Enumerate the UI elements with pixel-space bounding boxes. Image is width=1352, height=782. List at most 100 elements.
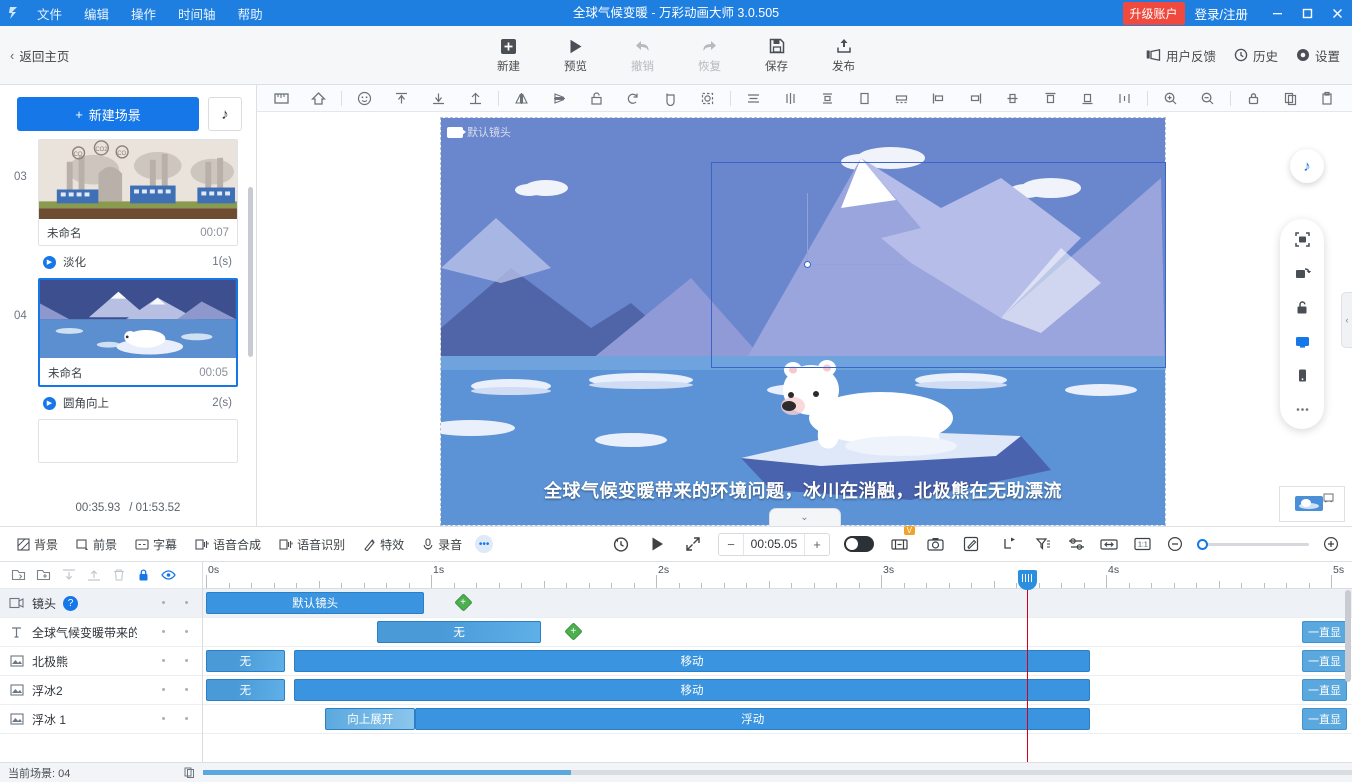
timeline-tracks[interactable]: 默认镜头无一直显无移动一直显无移动一直显向上展开浮动一直显 xyxy=(203,589,1352,734)
menu-item-timeline[interactable]: 时间轴 xyxy=(167,0,227,26)
canvas-stage[interactable]: 默认镜头 全球气候变暖带来的环境问题，冰川在消融，北极熊在无助漂流 ♪ ‹ ⌄ xyxy=(257,112,1352,526)
track-lock-toggle[interactable]: • xyxy=(152,713,175,725)
maximize-icon[interactable] xyxy=(1292,0,1322,26)
align-top2-icon[interactable] xyxy=(1031,85,1068,111)
time-stepper[interactable]: − 00:05.05 + xyxy=(718,532,830,556)
unlock-icon[interactable] xyxy=(1288,295,1316,319)
help-icon[interactable]: ? xyxy=(63,595,79,611)
align-distribute-icon[interactable] xyxy=(809,85,846,111)
zoom-out-icon[interactable] xyxy=(1164,533,1186,555)
track-lock-toggle[interactable]: • xyxy=(152,626,175,638)
lock-icon[interactable] xyxy=(1235,85,1272,111)
record-button[interactable]: 录音 xyxy=(413,530,471,558)
track-lock-toggle[interactable]: • xyxy=(152,597,175,609)
user-feedback-button[interactable]: 用户反馈 xyxy=(1146,46,1216,65)
play-icon[interactable] xyxy=(646,533,668,555)
history-button[interactable]: 历史 xyxy=(1234,46,1278,65)
minimize-icon[interactable] xyxy=(1262,0,1292,26)
settings-sliders-icon[interactable] xyxy=(1065,533,1087,555)
keyframe-marker[interactable] xyxy=(567,625,580,638)
scene-card[interactable]: CO CO2 CO 未命名 00:07 xyxy=(38,139,238,246)
track-lock-toggle[interactable]: • xyxy=(152,684,175,696)
redo-button[interactable]: 恢复 xyxy=(676,30,743,80)
transition-row[interactable]: ▶ 淡化 1(s) xyxy=(38,246,238,278)
align-left-icon[interactable] xyxy=(920,85,957,111)
move-up-icon[interactable] xyxy=(81,564,106,586)
eye-icon[interactable] xyxy=(156,564,181,586)
track-header-polarbear[interactable]: 北极熊 • • xyxy=(0,647,202,676)
timeline-zoom-slider[interactable] xyxy=(1197,538,1309,550)
flip-vertical-icon[interactable] xyxy=(540,85,577,111)
copy-icon[interactable] xyxy=(1272,85,1309,111)
timeline-scrollbar[interactable] xyxy=(1345,590,1351,682)
track-row[interactable]: 默认镜头 xyxy=(203,589,1352,618)
menu-item-edit[interactable]: 编辑 xyxy=(73,0,120,26)
playhead-handle[interactable] xyxy=(1018,570,1038,590)
track-header-text[interactable]: 全球气候变暖带来的 • • xyxy=(0,618,202,647)
zoom-in-icon[interactable] xyxy=(1152,85,1189,111)
scene-card-selected[interactable]: 未命名 00:05 xyxy=(38,278,238,387)
group-icon[interactable] xyxy=(689,85,726,111)
align-middle-icon[interactable] xyxy=(994,85,1031,111)
preview-button[interactable]: 预览 xyxy=(542,30,609,80)
background-button[interactable]: 背景 xyxy=(8,530,67,558)
filter-icon[interactable] xyxy=(1032,533,1054,555)
always-visible-badge[interactable]: 一直显 xyxy=(1302,708,1347,730)
scene-item-04[interactable]: 04 未命名 00:05 ▶ 圆角向上 2(s) xyxy=(14,278,238,419)
preview-thumbnail[interactable] xyxy=(1279,486,1345,522)
delete-icon[interactable] xyxy=(106,564,131,586)
timeline-ruler[interactable]: 0s 1s 2s 3s 4s 5s xyxy=(203,562,1352,589)
timeline-clip[interactable]: 移动 xyxy=(293,650,1091,672)
timeline-clip[interactable]: 移动 xyxy=(293,679,1091,701)
align-right-icon[interactable] xyxy=(957,85,994,111)
align-center-vertical-icon[interactable] xyxy=(772,85,809,111)
login-register-button[interactable]: 登录/注册 xyxy=(1195,4,1248,23)
loop-toggle[interactable] xyxy=(844,536,874,552)
upgrade-account-button[interactable]: 升级账户 xyxy=(1122,1,1185,25)
one-to-one-icon[interactable]: 1:1 xyxy=(1131,533,1153,555)
right-panel-toggle[interactable]: ‹ xyxy=(1341,292,1352,348)
timeline-clip[interactable]: 无 xyxy=(206,650,285,672)
track-visible-toggle[interactable]: • xyxy=(175,626,198,638)
track-row[interactable]: 无 一直显 xyxy=(203,618,1352,647)
zoom-in-icon[interactable] xyxy=(1320,533,1342,555)
screen-icon[interactable] xyxy=(1288,329,1316,353)
track-row[interactable]: 向上展开 浮动 一直显 xyxy=(203,705,1352,734)
add-folder-icon[interactable] xyxy=(31,564,56,586)
artboard[interactable]: 默认镜头 全球气候变暖带来的环境问题，冰川在消融，北极熊在无助漂流 xyxy=(440,117,1166,526)
edit-icon[interactable] xyxy=(960,533,982,555)
copy-icon[interactable] xyxy=(184,767,195,778)
scene-item-03[interactable]: 03 CO CO2 CO 未命名 00:07 ▶ 淡化 1(s) xyxy=(14,139,238,278)
rotate-right-icon[interactable] xyxy=(652,85,689,111)
split-icon[interactable] xyxy=(1098,533,1120,555)
timeline-clip[interactable]: 浮动 xyxy=(415,708,1091,730)
asr-button[interactable]: 语音识别 xyxy=(270,530,354,558)
settings-button[interactable]: 设置 xyxy=(1296,46,1340,65)
new-scene-button[interactable]: + 新建场景 xyxy=(17,97,199,131)
track-header-ice2[interactable]: 浮冰2 • • xyxy=(0,676,202,705)
more-dots-icon[interactable]: ••• xyxy=(475,535,494,553)
tts-button[interactable]: 语音合成 xyxy=(186,530,270,558)
rotate-left-icon[interactable] xyxy=(615,85,652,111)
cut-icon[interactable] xyxy=(999,533,1021,555)
track-visible-toggle[interactable]: • xyxy=(175,684,198,696)
track-header-camera[interactable]: 镜头 ? • • xyxy=(0,589,202,618)
undo-button[interactable]: 撤销 xyxy=(609,30,676,80)
menu-item-operation[interactable]: 操作 xyxy=(120,0,167,26)
subtitle-text[interactable]: 全球气候变暖带来的环境问题，冰川在消融，北极熊在无助漂流 xyxy=(441,477,1165,503)
lock-shape-icon[interactable] xyxy=(578,85,615,111)
canvas-collapse-button[interactable]: ⌄ xyxy=(768,508,841,526)
fit-screen-icon[interactable] xyxy=(1288,227,1316,251)
flip-horizontal-icon[interactable] xyxy=(503,85,540,111)
align-top-icon[interactable] xyxy=(383,85,420,111)
paste-icon[interactable] xyxy=(1309,85,1346,111)
align-justify-icon[interactable] xyxy=(883,85,920,111)
zoom-out-icon[interactable] xyxy=(1189,85,1226,111)
move-down-icon[interactable] xyxy=(56,564,81,586)
align-up-icon[interactable] xyxy=(457,85,494,111)
scene-placeholder-card[interactable] xyxy=(38,419,238,463)
foreground-button[interactable]: 前景 xyxy=(67,530,126,558)
timeline-clip[interactable]: 默认镜头 xyxy=(206,592,425,614)
align-bottom2-icon[interactable] xyxy=(1069,85,1106,111)
close-icon[interactable] xyxy=(1322,0,1352,26)
